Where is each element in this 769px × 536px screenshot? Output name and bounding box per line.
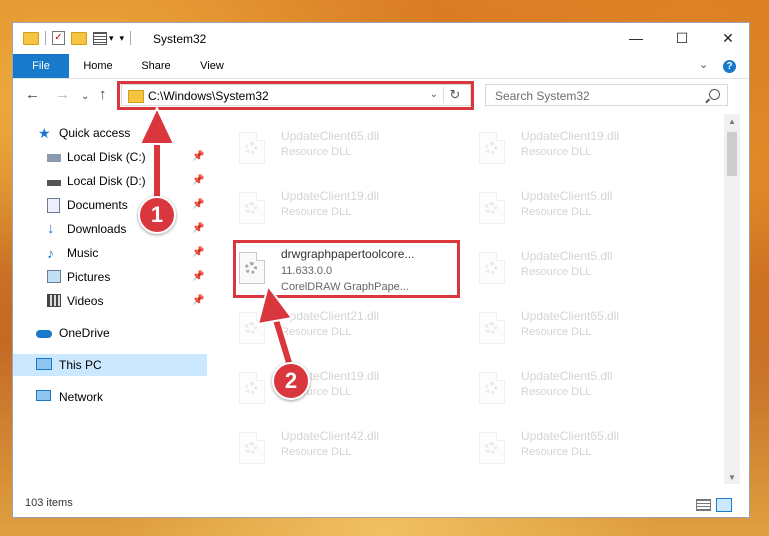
step-badge-2: 2 (272, 362, 310, 400)
arrow-2 (256, 283, 295, 368)
annotation-arrows (138, 105, 295, 368)
arrow-1 (138, 105, 176, 200)
step-badge-1: 1 (138, 196, 176, 234)
